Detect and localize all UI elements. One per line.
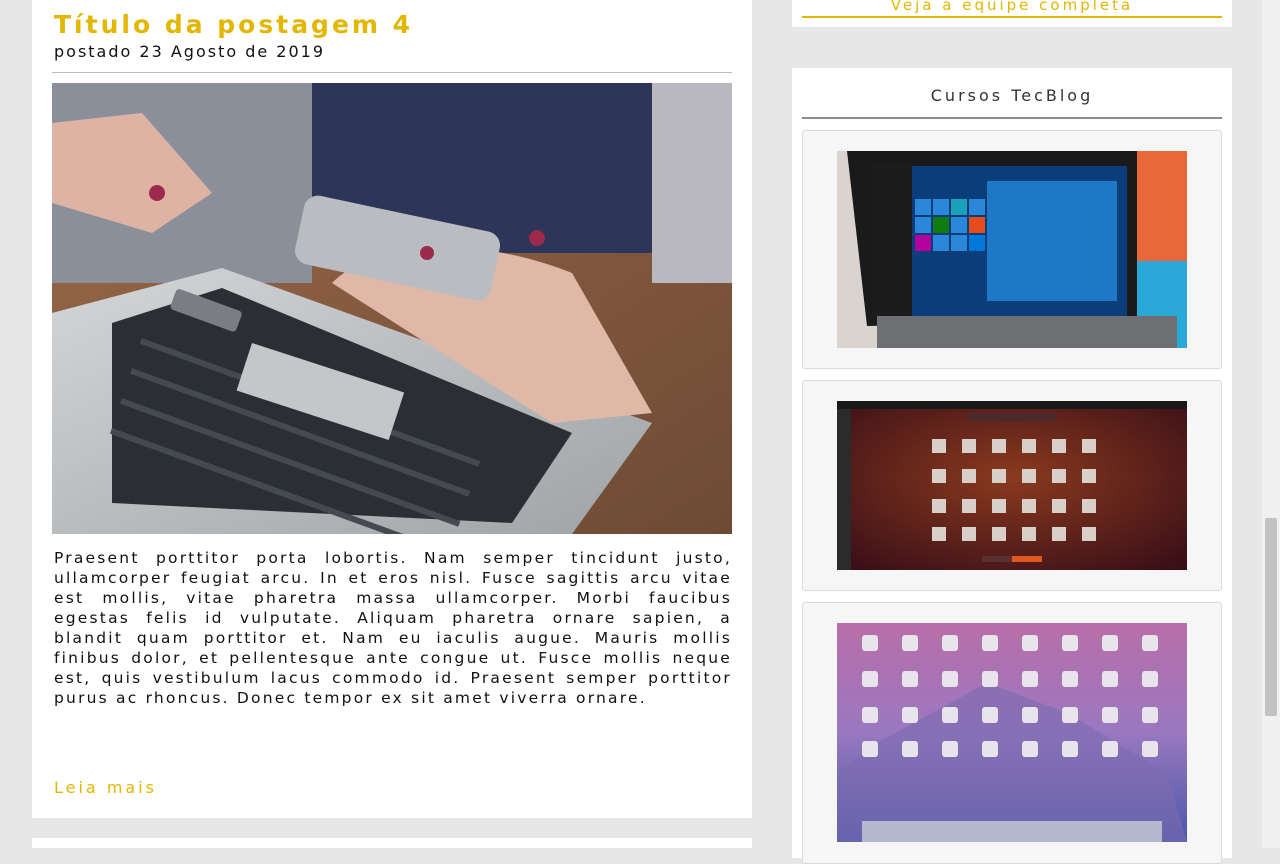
courses-widget: Cursos TecBlog [792,68,1232,864]
post-image-laptop-phone [52,83,732,534]
courses-title: Cursos TecBlog [930,86,1094,105]
post-date: postado 23 Agosto de 2019 [54,42,326,61]
post-card: Título da postagem 4 postado 23 Agosto d… [32,0,752,818]
course-thumb-macos [837,623,1187,842]
scrollbar-thumb[interactable] [1265,518,1277,716]
course-item-ubuntu[interactable] [802,380,1222,591]
course-item-windows[interactable] [802,130,1222,369]
read-more-link[interactable]: Leia mais [54,778,157,797]
team-widget: Veja a equipe completa [792,0,1232,27]
next-post-card [32,838,752,848]
page-scrollbar[interactable] [1262,0,1280,848]
course-thumb-ubuntu [837,401,1187,570]
view-team-link[interactable]: Veja a equipe completa [802,0,1222,18]
course-thumb-windows [837,151,1187,348]
courses-divider [802,117,1222,119]
post-excerpt: Praesent porttitor porta lobortis. Nam s… [54,549,732,707]
post-divider [52,72,732,73]
course-item-macos[interactable] [802,602,1222,864]
post-title[interactable]: Título da postagem 4 [54,10,413,39]
